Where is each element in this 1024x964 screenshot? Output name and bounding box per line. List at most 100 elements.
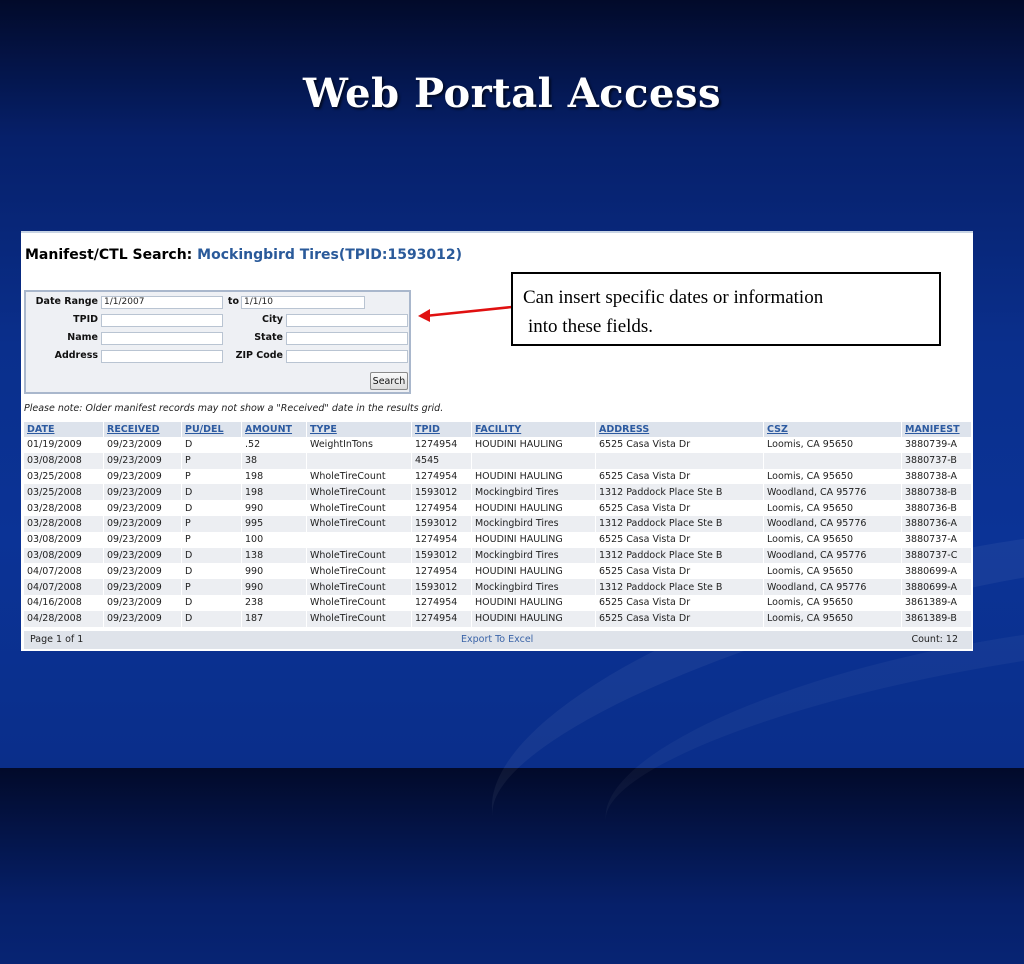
table-cell: 01/19/2009	[24, 437, 104, 453]
table-cell	[471, 452, 596, 469]
table-cell: Loomis, CA 95650	[763, 531, 902, 548]
table-cell: P	[181, 515, 242, 532]
date-from-input[interactable]	[101, 296, 223, 309]
callout-box: Can insert specific dates or information…	[511, 272, 941, 346]
table-cell: 09/23/2009	[103, 531, 182, 548]
table-cell: Loomis, CA 95650	[763, 594, 902, 611]
table-cell: 09/23/2009	[103, 610, 182, 627]
table-cell: 990	[241, 500, 307, 516]
callout-line-2: into these fields.	[528, 316, 654, 337]
table-row: 03/08/2009 09/23/2009 D 138 WholeTireCount 15…	[24, 547, 972, 564]
table-cell: 1312 Paddock Place Ste B	[595, 515, 764, 532]
state-input[interactable]	[286, 332, 408, 345]
date-to-input[interactable]	[241, 296, 365, 309]
zip-code-input[interactable]	[286, 350, 408, 363]
table-cell: HOUDINI HAULING	[471, 563, 596, 580]
table-cell: 198	[241, 484, 307, 501]
name-input[interactable]	[101, 332, 223, 345]
table-cell: Loomis, CA 95650	[763, 468, 902, 485]
table-cell: 3880737-C	[901, 547, 972, 564]
table-cell: 1593012	[411, 484, 472, 501]
table-row: 03/25/2008 09/23/2009 P 198 WholeTireCount 12…	[24, 468, 972, 485]
table-cell: 09/23/2009	[103, 579, 182, 595]
table-cell: 09/23/2009	[103, 515, 182, 532]
table-cell: 04/28/2008	[24, 610, 104, 627]
column-header-pu-del[interactable]: PU/DEL	[181, 422, 242, 437]
table-cell: WholeTireCount	[306, 484, 412, 501]
table-cell: 3880699-A	[901, 563, 972, 580]
table-cell: 3880736-B	[901, 500, 972, 516]
record-count: Count: 12	[911, 634, 958, 645]
table-cell: 09/23/2009	[103, 484, 182, 501]
zip-code-label: ZIP Code	[235, 350, 283, 361]
table-cell: P	[181, 531, 242, 548]
column-header-date[interactable]: DATE	[24, 422, 104, 437]
table-cell: Mockingbird Tires	[471, 547, 596, 564]
table-cell: HOUDINI HAULING	[471, 594, 596, 611]
table-cell: D	[181, 484, 242, 501]
table-cell: 238	[241, 594, 307, 611]
table-cell: 990	[241, 579, 307, 595]
column-header-manifest[interactable]: MANIFEST	[901, 422, 972, 437]
table-row: 03/28/2008 09/23/2009 D 990 WholeTireCount 12…	[24, 500, 972, 516]
state-label: State	[254, 332, 283, 343]
table-cell: 03/28/2008	[24, 515, 104, 532]
table-cell: 03/08/2009	[24, 531, 104, 548]
table-cell: 3861389-A	[901, 594, 972, 611]
panel-heading-label: Manifest/CTL Search:	[25, 247, 193, 263]
table-cell: P	[181, 579, 242, 595]
table-cell: 09/23/2009	[103, 437, 182, 453]
table-row: 04/16/2008 09/23/2009 D 238 WholeTireCount 12…	[24, 594, 972, 611]
table-row: 03/28/2008 09/23/2009 P 995 WholeTireCount 15…	[24, 515, 972, 532]
table-cell: HOUDINI HAULING	[471, 437, 596, 453]
table-cell: WholeTireCount	[306, 515, 412, 532]
table-cell: 1593012	[411, 547, 472, 564]
address-input[interactable]	[101, 350, 223, 363]
table-cell: 3880739-A	[901, 437, 972, 453]
tpid-label: TPID	[73, 314, 98, 325]
table-cell: Loomis, CA 95650	[763, 437, 902, 453]
table-cell: 04/16/2008	[24, 594, 104, 611]
column-header-received[interactable]: RECEIVED	[103, 422, 182, 437]
red-arrow-icon	[418, 305, 513, 322]
column-header-csz[interactable]: CSZ	[763, 422, 902, 437]
table-header-row: DATE RECEIVED PU/DEL AMOUNT TYPE TPID FA…	[24, 422, 972, 437]
table-cell: 1274954	[411, 594, 472, 611]
table-cell: 09/23/2009	[103, 468, 182, 485]
table-cell: 3880738-A	[901, 468, 972, 485]
table-cell: 1274954	[411, 610, 472, 627]
export-to-excel-link[interactable]: Export To Excel	[461, 634, 533, 645]
table-cell	[763, 452, 902, 469]
tpid-input[interactable]	[101, 314, 223, 327]
column-header-amount[interactable]: AMOUNT	[241, 422, 307, 437]
column-header-address[interactable]: ADDRESS	[595, 422, 764, 437]
slide-title: Web Portal Access	[302, 70, 721, 117]
table-cell: 1274954	[411, 531, 472, 548]
city-label: City	[262, 314, 283, 325]
table-cell: 3880699-A	[901, 579, 972, 595]
column-header-facility[interactable]: FACILITY	[471, 422, 596, 437]
to-label: to	[227, 296, 239, 307]
table-cell: Loomis, CA 95650	[763, 610, 902, 627]
city-input[interactable]	[286, 314, 408, 327]
search-button[interactable]: Search	[370, 372, 408, 390]
table-cell: WholeTireCount	[306, 468, 412, 485]
table-cell: Woodland, CA 95776	[763, 484, 902, 501]
table-cell: D	[181, 547, 242, 564]
table-cell: 6525 Casa Vista Dr	[595, 610, 764, 627]
column-header-type[interactable]: TYPE	[306, 422, 412, 437]
table-cell: Loomis, CA 95650	[763, 563, 902, 580]
table-cell	[306, 452, 412, 469]
table-cell	[595, 452, 764, 469]
table-cell: 1312 Paddock Place Ste B	[595, 484, 764, 501]
table-cell: HOUDINI HAULING	[471, 531, 596, 548]
table-cell: 04/07/2008	[24, 579, 104, 595]
arrowhead	[418, 309, 430, 322]
callout-line-1: Can insert specific dates or information	[523, 287, 824, 308]
column-header-tpid[interactable]: TPID	[411, 422, 472, 437]
table-cell: HOUDINI HAULING	[471, 468, 596, 485]
table-cell: 1274954	[411, 468, 472, 485]
table-cell	[306, 531, 412, 548]
table-cell: 3880737-B	[901, 452, 972, 469]
table-cell: Mockingbird Tires	[471, 515, 596, 532]
